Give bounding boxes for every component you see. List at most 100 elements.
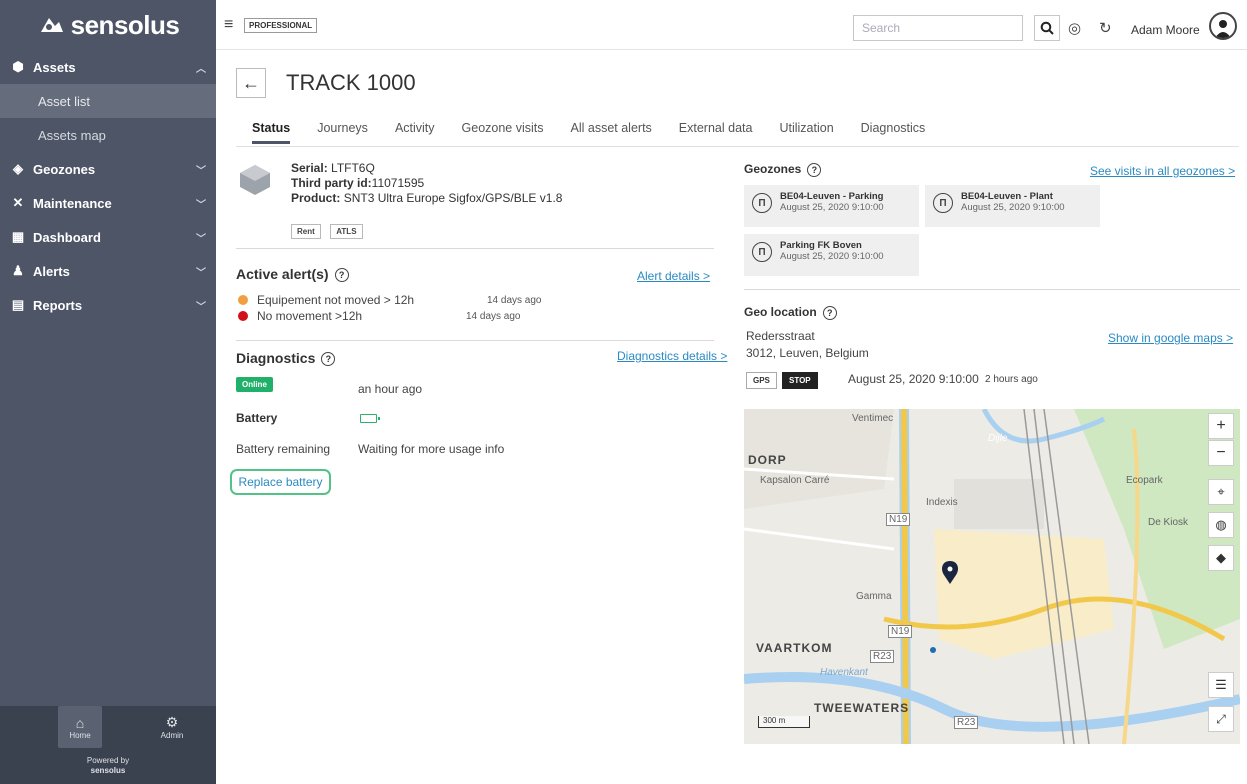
sensolus-logo[interactable]: sensolus [0,0,216,50]
user-avatar[interactable] [1209,12,1237,40]
sidebar-item-assets-map[interactable]: Assets map [0,118,216,152]
cube-icon: ⬢ [12,59,24,74]
nav-assets[interactable]: ⬢ Assets ︿ [0,50,216,84]
map-background [744,409,1240,744]
map-label: DORP [748,453,787,467]
chevron-down-icon: ﹀ [196,165,206,177]
gps-tag: GPS [746,372,777,389]
geozone-card[interactable]: Π Parking FK Boven August 25, 2020 9:10:0… [744,234,919,276]
tab-diagnostics[interactable]: Diagnostics [861,121,926,144]
alert-details-link[interactable]: Alert details > [637,269,710,283]
nav-alerts[interactable]: ♟ Alerts ﹀ [0,254,216,288]
divider [236,340,714,341]
map-label: Havenkant [820,667,868,678]
layers-icon: ◆ [1216,550,1226,565]
see-visits-link[interactable]: See visits in all geozones > [1090,164,1235,178]
nav-dashboard-label: Dashboard [33,229,101,245]
help-icon[interactable]: ? [822,305,837,320]
legend-button[interactable]: ☰ [1208,672,1234,698]
location-map[interactable]: DORP Kapsalon Carré Indexis Gamma VAARTK… [744,409,1240,744]
admin-label: Admin [160,731,184,740]
geozone-name: BE04-Leuven - Plant [961,191,1053,202]
map-label: TWEEWATERS [814,701,910,715]
tab-geozone-visits[interactable]: Geozone visits [462,121,544,144]
help-icon[interactable]: ? [321,352,336,367]
nav-reports[interactable]: ▤ Reports ﹀ [0,288,216,322]
support-icon[interactable]: ◎ [1068,19,1081,37]
tab-activity[interactable]: Activity [395,121,435,144]
sidebar-footer: ⌂ Home ⚙ Admin Powered by sensolus [0,706,216,784]
plus-icon: + [1216,417,1226,434]
help-icon[interactable]: ? [807,162,822,177]
search-button[interactable] [1034,15,1060,41]
chevron-down-icon: ﹀ [196,233,206,245]
geozone-card[interactable]: Π BE04-Leuven - Plant August 25, 2020 9:1… [925,185,1100,227]
alert-text: Equipement not moved > 12h [257,293,415,307]
nav-reports-label: Reports [33,297,83,313]
chevron-down-icon: ﹀ [196,199,206,211]
third-party-value: 11071595 [371,176,425,190]
home-label: Home [69,730,91,740]
geozones-section-title: Geozones? [744,162,822,177]
chevron-down-icon: ﹀ [196,301,206,313]
replace-battery-button[interactable]: Replace battery [230,469,331,495]
diagnostics-title: Diagnostics [236,350,316,366]
layers-button[interactable]: ◆ [1208,545,1234,571]
tab-external-data[interactable]: External data [679,121,753,144]
hamburger-menu-icon[interactable]: ≡ [224,16,233,34]
geozone-marker-icon: Π [752,193,772,213]
tabs-divider [236,146,1239,147]
user-name[interactable]: Adam Moore [1131,23,1200,37]
user-icon [1215,20,1231,38]
tab-all-asset-alerts[interactable]: All asset alerts [571,121,652,144]
admin-button[interactable]: ⚙ Admin [150,706,194,748]
report-icon: ▤ [11,297,25,312]
refresh-icon[interactable]: ↻ [1099,19,1112,37]
alert-time: 14 days ago [487,295,542,306]
globe-button[interactable]: ◍ [1208,512,1234,538]
chevron-down-icon: ﹀ [196,267,206,279]
geozone-card[interactable]: Π BE04-Leuven - Parking August 25, 2020 9… [744,185,919,227]
device-icon [240,165,270,195]
arrow-left-icon: ← [242,72,260,93]
nav-geozones[interactable]: ◈ Geozones ﹀ [0,152,216,186]
plan-badge: PROFESSIONAL [244,18,318,33]
locate-button[interactable]: ⌖ [1208,479,1234,505]
tab-utilization[interactable]: Utilization [779,121,833,144]
zoom-out-button[interactable]: − [1208,440,1234,466]
home-button[interactable]: ⌂ Home [58,706,102,748]
alert-dot-orange [238,295,248,305]
alert-dot-red [238,311,248,321]
battery-label: Battery [236,411,278,425]
geozone-name: BE04-Leuven - Parking [780,191,884,202]
geo-city: 3012, Leuven, Belgium [746,346,869,360]
home-icon: ⌂ [75,714,85,731]
diagnostics-details-link[interactable]: Diagnostics details > [617,349,727,363]
map-label: Dijle [988,433,1008,444]
battery-icon [360,414,380,423]
sidebar: sensolus ⬢ Assets ︿ Asset list Assets ma… [0,0,216,784]
help-icon[interactable]: ? [334,268,349,283]
geo-location-title: Geo location [744,305,817,319]
serial-value: LTFT6Q [331,161,375,175]
nav-maintenance[interactable]: ✕ Maintenance ﹀ [0,186,216,220]
powered-by: Powered by sensolus [0,756,216,776]
nav-assets-label: Assets [33,59,76,75]
search-icon [1040,21,1054,35]
google-maps-link[interactable]: Show in google maps > [1108,331,1233,345]
zoom-in-button[interactable]: + [1208,413,1234,439]
back-button[interactable]: ← [236,68,266,98]
sensolus-logo-icon [40,18,63,32]
nav-dashboard[interactable]: ▦ Dashboard ﹀ [0,220,216,254]
map-label: N19 [888,625,913,638]
tab-status[interactable]: Status [252,121,291,144]
geozone-date: August 25, 2020 9:10:00 [961,202,1065,213]
tab-journeys[interactable]: Journeys [317,121,368,144]
battery-remaining-value: Waiting for more usage info [358,442,505,456]
sidebar-item-asset-list[interactable]: Asset list [0,84,216,118]
fullscreen-button[interactable]: ⤢ [1208,706,1234,732]
top-bar: ≡ PROFESSIONAL Search ◎ ↻ Adam Moore [216,0,1247,50]
alert-time: 14 days ago [466,311,521,322]
map-label: Kapsalon Carré [760,475,830,486]
search-input[interactable]: Search [853,15,1023,41]
